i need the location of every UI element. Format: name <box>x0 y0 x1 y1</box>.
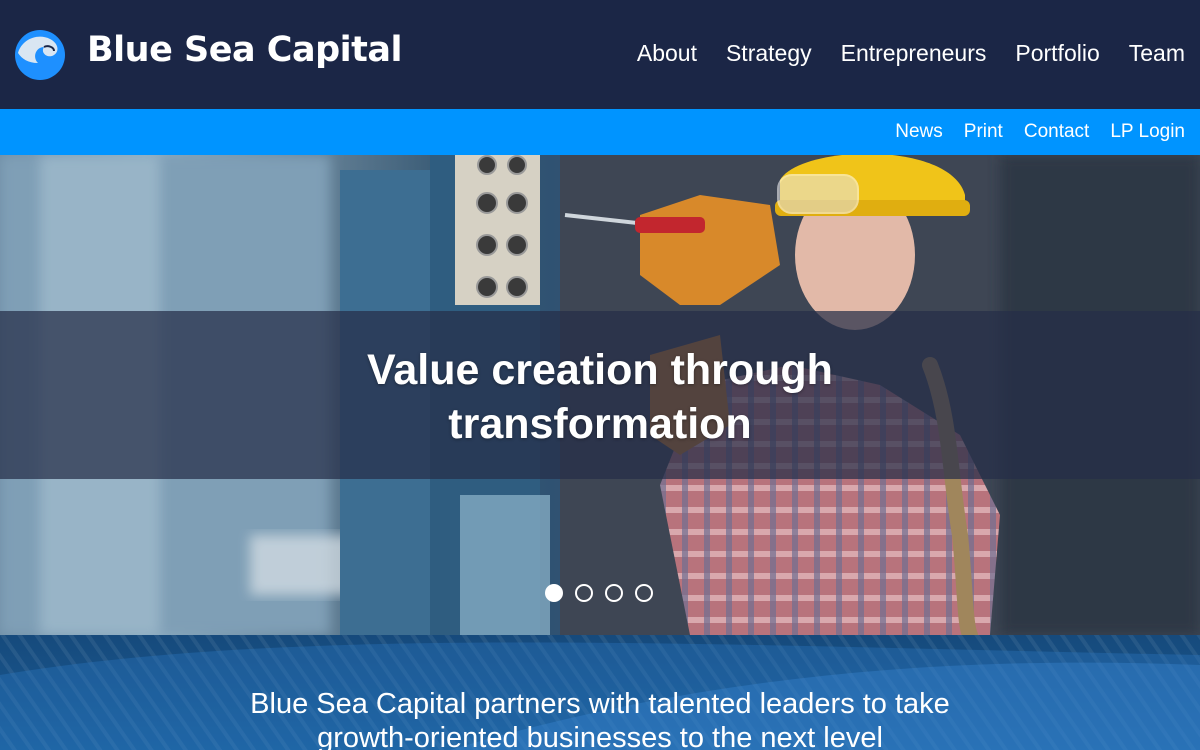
slider-dot-4[interactable] <box>635 584 653 602</box>
intro-section: Blue Sea Capital partners with talented … <box>0 635 1200 750</box>
slider-dot-1[interactable] <box>545 584 563 602</box>
hero-title-line-1: Value creation through <box>367 346 833 394</box>
intro-tagline-line-1: Blue Sea Capital partners with talented … <box>250 688 950 720</box>
nav-team[interactable]: Team <box>1129 40 1185 67</box>
wave-logo-icon[interactable] <box>14 29 66 81</box>
subnav-news[interactable]: News <box>895 121 943 143</box>
secondary-nav: News Print Contact LP Login <box>0 109 1200 155</box>
slider-dot-3[interactable] <box>605 584 623 602</box>
nav-entrepreneurs[interactable]: Entrepreneurs <box>841 40 987 67</box>
subnav-print[interactable]: Print <box>964 121 1003 143</box>
nav-strategy[interactable]: Strategy <box>726 40 812 67</box>
slider-dot-2[interactable] <box>575 584 593 602</box>
nav-portfolio[interactable]: Portfolio <box>1015 40 1099 67</box>
subnav-contact[interactable]: Contact <box>1024 121 1089 143</box>
nav-about[interactable]: About <box>637 40 697 67</box>
intro-tagline-line-2: growth-oriented businesses to the next l… <box>317 722 883 750</box>
slider-pagination <box>545 584 653 602</box>
intro-tagline: Blue Sea Capital partners with talented … <box>0 687 1200 750</box>
hero-title-line-2: transformation <box>448 400 752 448</box>
hero-title: Value creation through transformation <box>0 343 1200 451</box>
hero-slider: Value creation through transformation <box>0 155 1200 635</box>
main-nav: About Strategy Entrepreneurs Portfolio T… <box>608 40 1185 67</box>
brand-name[interactable]: Blue Sea Capital <box>87 30 402 70</box>
subnav-lp-login[interactable]: LP Login <box>1110 121 1185 143</box>
site-header: Blue Sea Capital About Strategy Entrepre… <box>0 0 1200 109</box>
